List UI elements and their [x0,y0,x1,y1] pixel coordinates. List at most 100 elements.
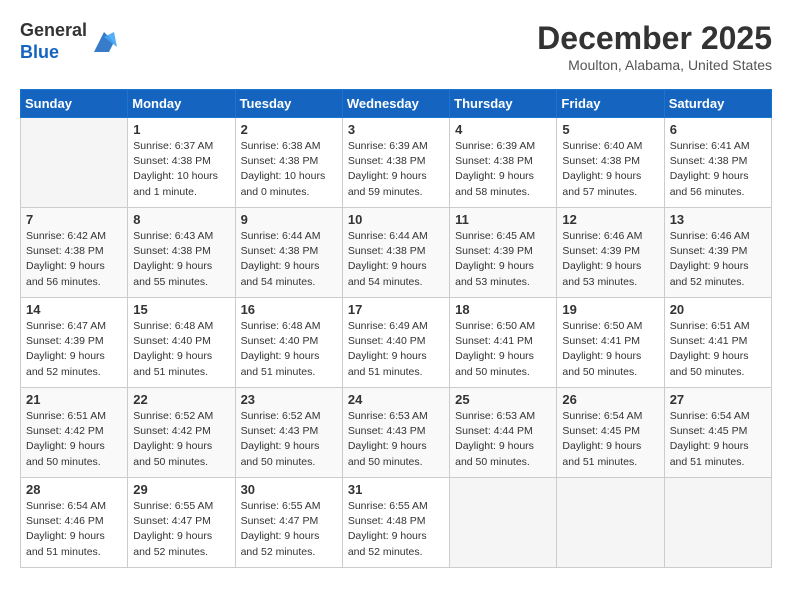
calendar-cell: 9 Sunrise: 6:44 AMSunset: 4:38 PMDaylight… [235,208,342,298]
cell-content: Sunrise: 6:38 AMSunset: 4:38 PMDaylight:… [241,139,337,200]
day-number: 25 [455,392,551,407]
calendar-cell: 6 Sunrise: 6:41 AMSunset: 4:38 PMDaylight… [664,118,771,208]
day-number: 22 [133,392,229,407]
calendar-cell [557,478,664,568]
day-header-tuesday: Tuesday [235,90,342,118]
day-number: 31 [348,482,444,497]
calendar-cell: 4Sunrise: 6:39 AMSunset: 4:38 PMDaylight… [450,118,557,208]
location: Moulton, Alabama, United States [537,57,772,73]
calendar-cell [21,118,128,208]
logo-icon [89,27,119,57]
day-number: 2 [241,122,337,137]
logo-general: General [20,20,87,40]
calendar-cell: 7 Sunrise: 6:42 AMSunset: 4:38 PMDaylight… [21,208,128,298]
day-number: 27 [670,392,766,407]
day-number: 17 [348,302,444,317]
day-number: 9 [241,212,337,227]
calendar-cell: 2 Sunrise: 6:38 AMSunset: 4:38 PMDaylight… [235,118,342,208]
cell-content: Sunrise: 6:42 AMSunset: 4:38 PMDaylight:… [26,229,122,290]
day-number: 6 [670,122,766,137]
calendar-week-1: 1Sunrise: 6:37 AMSunset: 4:38 PMDaylight… [21,118,772,208]
calendar-cell: 11Sunrise: 6:45 AMSunset: 4:39 PMDayligh… [450,208,557,298]
cell-content: Sunrise: 6:50 AMSunset: 4:41 PMDaylight:… [562,319,658,380]
calendar-cell: 24Sunrise: 6:53 AMSunset: 4:43 PMDayligh… [342,388,449,478]
calendar-cell: 27 Sunrise: 6:54 AMSunset: 4:45 PMDayligh… [664,388,771,478]
day-number: 18 [455,302,551,317]
cell-content: Sunrise: 6:47 AMSunset: 4:39 PMDaylight:… [26,319,122,380]
cell-content: Sunrise: 6:52 AMSunset: 4:42 PMDaylight:… [133,409,229,470]
day-number: 12 [562,212,658,227]
cell-content: Sunrise: 6:46 AMSunset: 4:39 PMDaylight:… [670,229,766,290]
calendar-cell: 5 Sunrise: 6:40 AMSunset: 4:38 PMDaylight… [557,118,664,208]
day-number: 23 [241,392,337,407]
calendar-cell: 10 Sunrise: 6:44 AMSunset: 4:38 PMDayligh… [342,208,449,298]
cell-content: Sunrise: 6:51 AMSunset: 4:42 PMDaylight:… [26,409,122,470]
calendar-cell: 8Sunrise: 6:43 AMSunset: 4:38 PMDaylight… [128,208,235,298]
day-number: 16 [241,302,337,317]
day-number: 19 [562,302,658,317]
calendar-week-2: 7 Sunrise: 6:42 AMSunset: 4:38 PMDaylight… [21,208,772,298]
day-number: 13 [670,212,766,227]
cell-content: Sunrise: 6:37 AMSunset: 4:38 PMDaylight:… [133,139,229,200]
cell-content: Sunrise: 6:41 AMSunset: 4:38 PMDaylight:… [670,139,766,200]
calendar-cell: 15 Sunrise: 6:48 AMSunset: 4:40 PMDayligh… [128,298,235,388]
cell-content: Sunrise: 6:45 AMSunset: 4:39 PMDaylight:… [455,229,551,290]
cell-content: Sunrise: 6:44 AMSunset: 4:38 PMDaylight:… [241,229,337,290]
day-header-sunday: Sunday [21,90,128,118]
calendar-cell: 12 Sunrise: 6:46 AMSunset: 4:39 PMDayligh… [557,208,664,298]
calendar-cell [450,478,557,568]
calendar-header-row: SundayMondayTuesdayWednesdayThursdayFrid… [21,90,772,118]
cell-content: Sunrise: 6:54 AMSunset: 4:45 PMDaylight:… [562,409,658,470]
calendar-cell: 14Sunrise: 6:47 AMSunset: 4:39 PMDayligh… [21,298,128,388]
day-number: 3 [348,122,444,137]
calendar-cell: 19 Sunrise: 6:50 AMSunset: 4:41 PMDayligh… [557,298,664,388]
cell-content: Sunrise: 6:54 AMSunset: 4:46 PMDaylight:… [26,499,122,560]
calendar-cell: 21 Sunrise: 6:51 AMSunset: 4:42 PMDayligh… [21,388,128,478]
cell-content: Sunrise: 6:46 AMSunset: 4:39 PMDaylight:… [562,229,658,290]
day-number: 15 [133,302,229,317]
day-number: 30 [241,482,337,497]
day-number: 28 [26,482,122,497]
calendar-cell: 18Sunrise: 6:50 AMSunset: 4:41 PMDayligh… [450,298,557,388]
cell-content: Sunrise: 6:40 AMSunset: 4:38 PMDaylight:… [562,139,658,200]
cell-content: Sunrise: 6:55 AMSunset: 4:47 PMDaylight:… [241,499,337,560]
day-number: 10 [348,212,444,227]
cell-content: Sunrise: 6:49 AMSunset: 4:40 PMDaylight:… [348,319,444,380]
day-number: 26 [562,392,658,407]
calendar-week-4: 21 Sunrise: 6:51 AMSunset: 4:42 PMDayligh… [21,388,772,478]
calendar-cell: 17 Sunrise: 6:49 AMSunset: 4:40 PMDayligh… [342,298,449,388]
calendar-cell: 16 Sunrise: 6:48 AMSunset: 4:40 PMDayligh… [235,298,342,388]
day-number: 20 [670,302,766,317]
calendar-cell: 22 Sunrise: 6:52 AMSunset: 4:42 PMDayligh… [128,388,235,478]
day-number: 4 [455,122,551,137]
cell-content: Sunrise: 6:44 AMSunset: 4:38 PMDaylight:… [348,229,444,290]
cell-content: Sunrise: 6:55 AMSunset: 4:47 PMDaylight:… [133,499,229,560]
day-header-friday: Friday [557,90,664,118]
day-number: 7 [26,212,122,227]
calendar-cell: 3 Sunrise: 6:39 AMSunset: 4:38 PMDaylight… [342,118,449,208]
day-number: 5 [562,122,658,137]
calendar-cell: 20Sunrise: 6:51 AMSunset: 4:41 PMDayligh… [664,298,771,388]
cell-content: Sunrise: 6:54 AMSunset: 4:45 PMDaylight:… [670,409,766,470]
cell-content: Sunrise: 6:39 AMSunset: 4:38 PMDaylight:… [348,139,444,200]
cell-content: Sunrise: 6:48 AMSunset: 4:40 PMDaylight:… [133,319,229,380]
calendar-cell [664,478,771,568]
logo: General Blue [20,20,119,63]
calendar-week-5: 28 Sunrise: 6:54 AMSunset: 4:46 PMDayligh… [21,478,772,568]
day-number: 8 [133,212,229,227]
calendar-cell: 29Sunrise: 6:55 AMSunset: 4:47 PMDayligh… [128,478,235,568]
logo-blue: Blue [20,42,59,62]
calendar-cell: 26 Sunrise: 6:54 AMSunset: 4:45 PMDayligh… [557,388,664,478]
cell-content: Sunrise: 6:48 AMSunset: 4:40 PMDaylight:… [241,319,337,380]
page-header: General Blue December 2025 Moulton, Alab… [20,20,772,73]
calendar-cell: 30 Sunrise: 6:55 AMSunset: 4:47 PMDayligh… [235,478,342,568]
cell-content: Sunrise: 6:52 AMSunset: 4:43 PMDaylight:… [241,409,337,470]
title-block: December 2025 Moulton, Alabama, United S… [537,20,772,73]
day-number: 21 [26,392,122,407]
day-number: 24 [348,392,444,407]
calendar-week-3: 14Sunrise: 6:47 AMSunset: 4:39 PMDayligh… [21,298,772,388]
day-header-saturday: Saturday [664,90,771,118]
cell-content: Sunrise: 6:53 AMSunset: 4:44 PMDaylight:… [455,409,551,470]
calendar-cell: 1Sunrise: 6:37 AMSunset: 4:38 PMDaylight… [128,118,235,208]
day-header-monday: Monday [128,90,235,118]
